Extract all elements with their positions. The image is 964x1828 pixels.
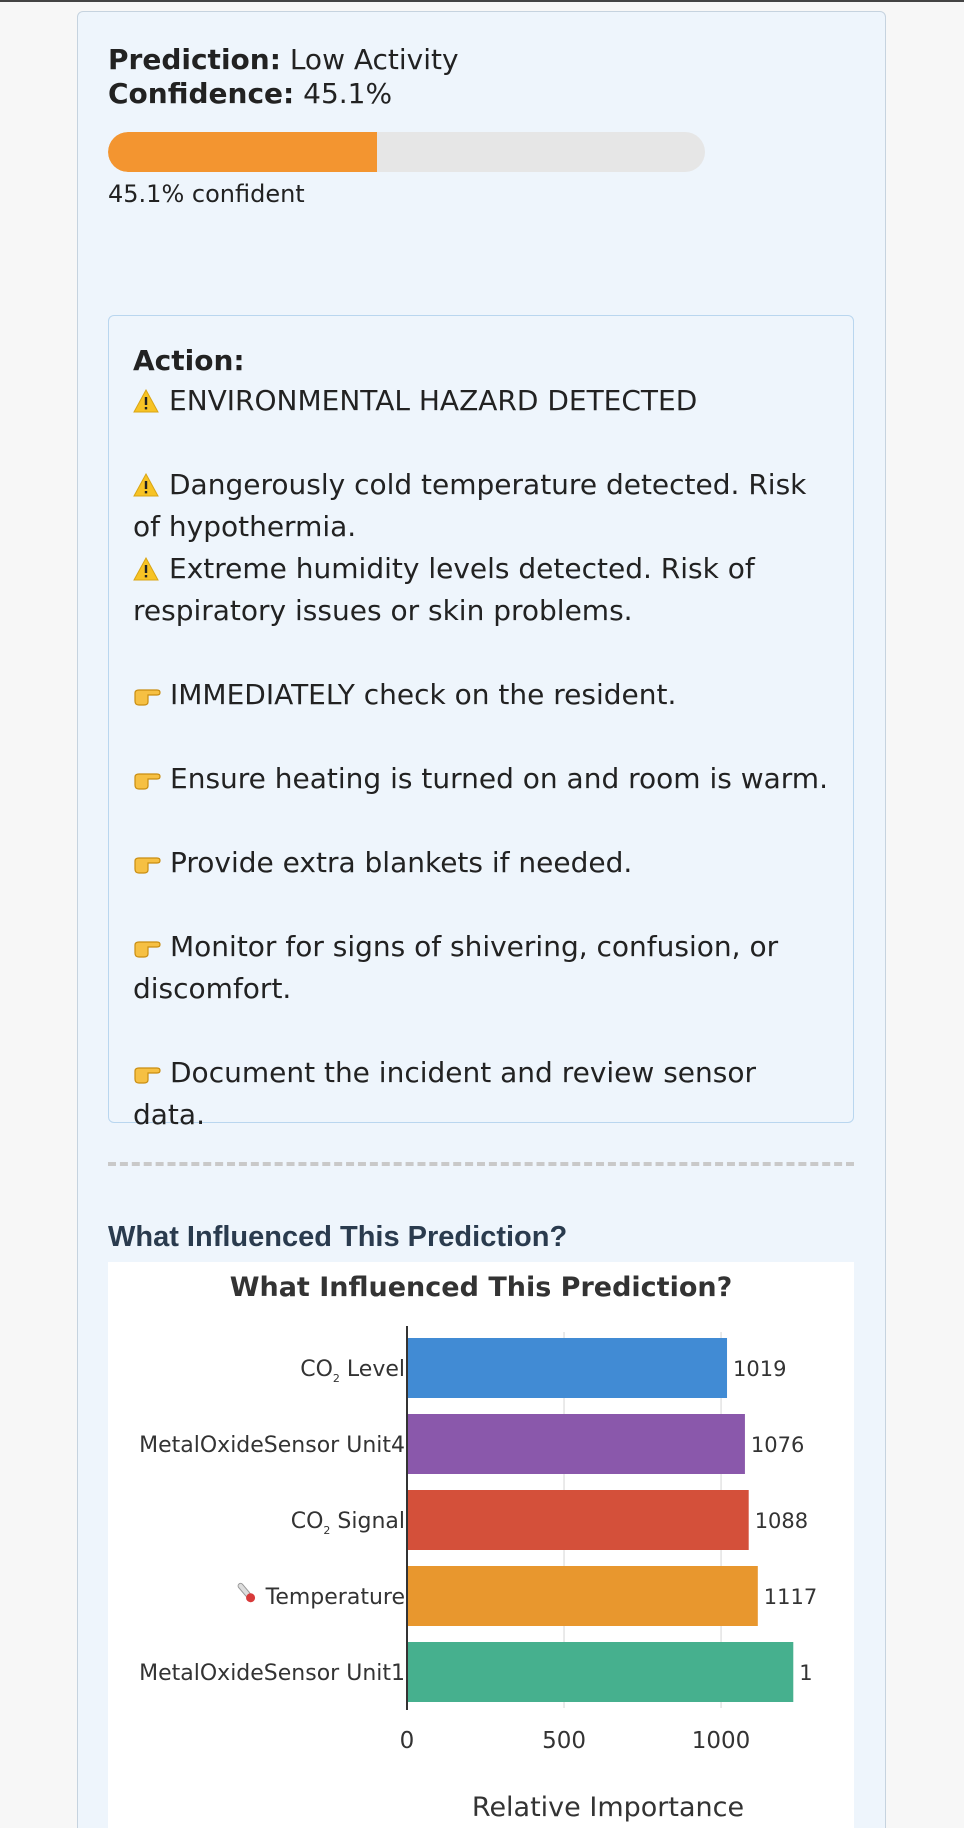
window-top-border [0,0,964,2]
bar-value-label: 1019 [733,1357,786,1381]
action-step: IMMEDIATELY check on the resident. [133,674,829,716]
confidence-value: 45.1% [303,77,393,110]
x-axis-label: Relative Importance [472,1792,744,1823]
category-label: CO2 Signal [291,1509,405,1537]
category-label: Temperature [265,1585,405,1610]
confidence-progress-fill [108,132,378,172]
action-step-text: IMMEDIATELY check on the resident. [170,678,677,711]
influence-heading: What Influenced This Prediction? [108,1221,568,1253]
bar [407,1490,749,1550]
hazard-line: ENVIRONMENTAL HAZARD DETECTED [133,380,829,422]
bar-value-label: 1088 [755,1509,808,1533]
action-step: Document the incident and review sensor … [133,1052,829,1136]
warning-item: Dangerously cold temperature detected. R… [133,464,829,548]
prediction-value: Low Activity [289,43,459,76]
category-label: MetalOxideSensor Unit1 [139,1661,405,1686]
bar [407,1414,745,1474]
category-label: CO2 Level [300,1357,405,1385]
action-panel: Action: ENVIRONMENTAL HAZARD DETECTED Da… [108,315,854,1131]
action-step: Ensure heating is turned on and room is … [133,758,829,800]
warning-item: Extreme humidity levels detected. Risk o… [133,548,829,632]
warning-icon [133,389,159,413]
bar-value-label: 1076 [751,1433,804,1457]
action-step-text: Document the incident and review sensor … [133,1056,757,1131]
warning-icon [133,557,159,581]
pointing-hand-icon [134,689,161,706]
prediction-card: Prediction: Low Activity Confidence: 45.… [77,11,886,1828]
feature-importance-chart: What Influenced This Prediction? 1019 CO2 … [108,1262,854,1828]
section-divider [108,1162,854,1166]
confidence-line: Confidence: 45.1% [108,76,392,112]
action-step-text: Ensure heating is turned on and room is … [170,762,828,795]
thermometer-icon [237,1582,256,1603]
x-tick-label: 0 [400,1728,415,1754]
chart-canvas: What Influenced This Prediction? 1019 CO2 … [139,1272,817,1823]
action-step: Provide extra blankets if needed. [133,842,829,884]
confidence-caption: 45.1% confident [108,180,305,208]
pointing-hand-icon [134,773,161,790]
x-tick-label: 1000 [692,1728,751,1754]
warning-text: Extreme humidity levels detected. Risk o… [133,552,755,627]
bar [407,1338,728,1398]
pointing-hand-icon [134,1067,161,1084]
action-step-text: Provide extra blankets if needed. [170,846,633,879]
pointing-hand-icon [134,941,161,958]
x-tick-label: 500 [542,1728,586,1754]
hazard-text: ENVIRONMENTAL HAZARD DETECTED [169,384,698,417]
action-step-text: Monitor for signs of shivering, confusio… [133,930,779,1005]
bar-value-label: 1 [799,1661,812,1685]
warning-text: Dangerously cold temperature detected. R… [133,468,807,543]
bar-value-label: 1117 [764,1585,817,1609]
category-label: MetalOxideSensor Unit4 [139,1433,405,1458]
pointing-hand-icon [134,857,161,874]
prediction-line: Prediction: Low Activity [108,42,459,78]
confidence-progress-bar [108,132,705,172]
action-step: Monitor for signs of shivering, confusio… [133,926,829,1010]
warning-icon [133,473,159,497]
action-title: Action: [133,344,245,377]
chart-title: What Influenced This Prediction? [230,1272,733,1303]
prediction-label: Prediction: [108,43,281,76]
bar [407,1566,758,1626]
confidence-label: Confidence: [108,77,295,110]
bar [407,1642,794,1702]
